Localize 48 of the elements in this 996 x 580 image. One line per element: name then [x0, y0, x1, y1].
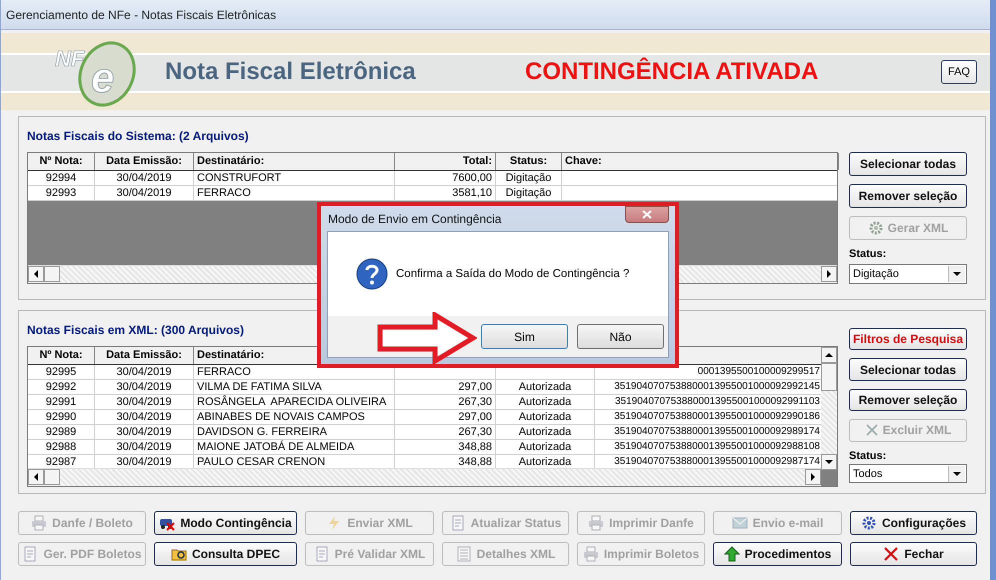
table-cell: 30/04/2019	[95, 410, 194, 424]
table-cell: 297,00	[395, 380, 496, 394]
table-cell: 348,88	[395, 440, 496, 454]
table-cell: 297,00	[395, 410, 496, 424]
table-cell: 3581,10	[395, 186, 496, 200]
table-cell: 30/04/2019	[95, 440, 194, 454]
table-cell: FERRACO	[194, 186, 395, 200]
table-cell: Autorizada	[496, 425, 595, 439]
table-cell: 92993	[28, 186, 95, 200]
logo-text: e	[91, 54, 114, 100]
contingency-status-text: CONTINGÊNCIA ATIVADA	[525, 58, 820, 86]
window-title: Gerenciamento de NFe - Notas Fiscais Eletrônicas	[6, 8, 276, 22]
table-cell: 92988	[28, 440, 95, 454]
table-cell: 7600,00	[395, 171, 496, 185]
table-cell: DAVIDSON G. FERREIRA	[194, 425, 395, 439]
table-cell: 92991	[28, 395, 95, 409]
table-cell: 92990	[28, 410, 95, 424]
status-label: Status:	[849, 248, 888, 262]
table-cell: ABINABES DE NOVAIS CAMPOS	[194, 410, 395, 424]
table-cell: 92994	[28, 171, 95, 185]
table-cell: Digitação	[496, 171, 562, 185]
group-title: Notas Fiscais do Sistema: (2 Arquivos)	[27, 129, 249, 143]
status-label: Status:	[849, 450, 888, 464]
table-cell: 30/04/2019	[95, 395, 194, 409]
table-cell: Digitação	[496, 186, 562, 200]
table-cell: 30/04/2019	[95, 365, 194, 379]
logo-text: NF	[55, 46, 84, 70]
table-cell: 30/04/2019	[95, 171, 194, 185]
table-cell: Autorizada	[496, 440, 595, 454]
table-cell: Autorizada	[496, 380, 595, 394]
table-cell: 30/04/2019	[95, 186, 194, 200]
app-title: Nota Fiscal Eletrônica	[165, 58, 417, 86]
table-cell: MAIONE JATOBÁ DE ALMEIDA	[194, 440, 395, 454]
table-cell: 92989	[28, 425, 95, 439]
group-title: Notas Fiscais em XML: (300 Arquivos)	[27, 323, 244, 337]
table-cell: 30/04/2019	[95, 425, 194, 439]
dialog-title: Modo de Envio em Contingência	[328, 212, 502, 226]
table-cell: 30/04/2019	[95, 380, 194, 394]
table-cell: ROSÂNGELA APARECIDA OLIVEIRA	[194, 395, 395, 409]
dialog-message: Confirma a Saída do Modo de Contingência ?	[396, 268, 630, 280]
table-cell: Autorizada	[496, 395, 595, 409]
table-cell: 267,30	[395, 395, 496, 409]
table-cell: VILMA DE FATIMA SILVA	[194, 380, 395, 394]
table-cell: Autorizada	[496, 410, 595, 424]
table-cell: 92995	[28, 365, 95, 379]
table-cell: 92992	[28, 380, 95, 394]
table-cell: 267,30	[395, 425, 496, 439]
table-cell: CONSTRUFORT	[194, 171, 395, 185]
